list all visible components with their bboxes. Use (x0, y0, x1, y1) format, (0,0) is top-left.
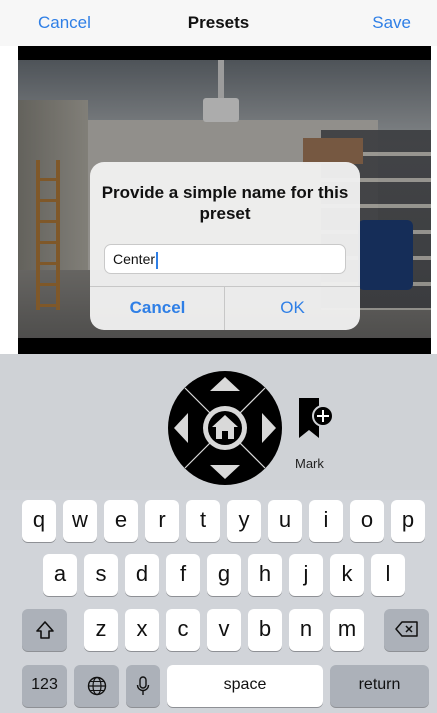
key-a[interactable]: a (43, 554, 77, 596)
key-t[interactable]: t (186, 500, 220, 542)
key-b[interactable]: b (248, 609, 282, 651)
save-button[interactable]: Save (372, 13, 411, 33)
name-preset-dialog: Provide a simple name for this preset Ce… (90, 162, 360, 330)
keyboard: q w e r t y u i o p a s d f g h j k l z … (0, 490, 437, 713)
key-y[interactable]: y (227, 500, 261, 542)
key-g[interactable]: g (207, 554, 241, 596)
nav-bar: Cancel Presets Save (0, 0, 437, 46)
ptz-controls: Mark (0, 354, 437, 490)
key-s[interactable]: s (84, 554, 118, 596)
key-q[interactable]: q (22, 500, 56, 542)
key-f[interactable]: f (166, 554, 200, 596)
bookmark-add-icon[interactable] (297, 396, 337, 442)
dictation-key[interactable] (126, 665, 160, 707)
key-c[interactable]: c (166, 609, 200, 651)
key-z[interactable]: z (84, 609, 118, 651)
return-key[interactable]: return (330, 665, 429, 707)
key-p[interactable]: p (391, 500, 425, 542)
key-i[interactable]: i (309, 500, 343, 542)
key-x[interactable]: x (125, 609, 159, 651)
backspace-icon (394, 621, 418, 637)
dialog-cancel-button[interactable]: Cancel (90, 286, 225, 330)
key-k[interactable]: k (330, 554, 364, 596)
key-l[interactable]: l (371, 554, 405, 596)
dialog-message: Provide a simple name for this preset (101, 183, 349, 223)
dialog-ok-button[interactable]: OK (225, 286, 360, 330)
key-u[interactable]: u (268, 500, 302, 542)
mark-label: Mark (295, 456, 324, 471)
direction-pad (168, 371, 282, 485)
key-w[interactable]: w (63, 500, 97, 542)
text-caret (156, 251, 159, 269)
backspace-key[interactable] (384, 609, 429, 651)
key-m[interactable]: m (330, 609, 364, 651)
globe-key[interactable] (74, 665, 119, 707)
key-r[interactable]: r (145, 500, 179, 542)
key-n[interactable]: n (289, 609, 323, 651)
home-icon[interactable] (203, 406, 247, 450)
preset-name-input[interactable]: Center (104, 244, 346, 274)
shift-key[interactable] (22, 609, 67, 651)
key-j[interactable]: j (289, 554, 323, 596)
key-o[interactable]: o (350, 500, 384, 542)
globe-icon (87, 676, 106, 696)
microphone-icon (136, 676, 150, 695)
key-v[interactable]: v (207, 609, 241, 651)
shift-icon (35, 621, 54, 639)
key-d[interactable]: d (125, 554, 159, 596)
preset-name-value: Center (113, 251, 156, 267)
numbers-key[interactable]: 123 (22, 665, 67, 707)
key-h[interactable]: h (248, 554, 282, 596)
key-e[interactable]: e (104, 500, 138, 542)
space-key[interactable]: space (167, 665, 323, 707)
